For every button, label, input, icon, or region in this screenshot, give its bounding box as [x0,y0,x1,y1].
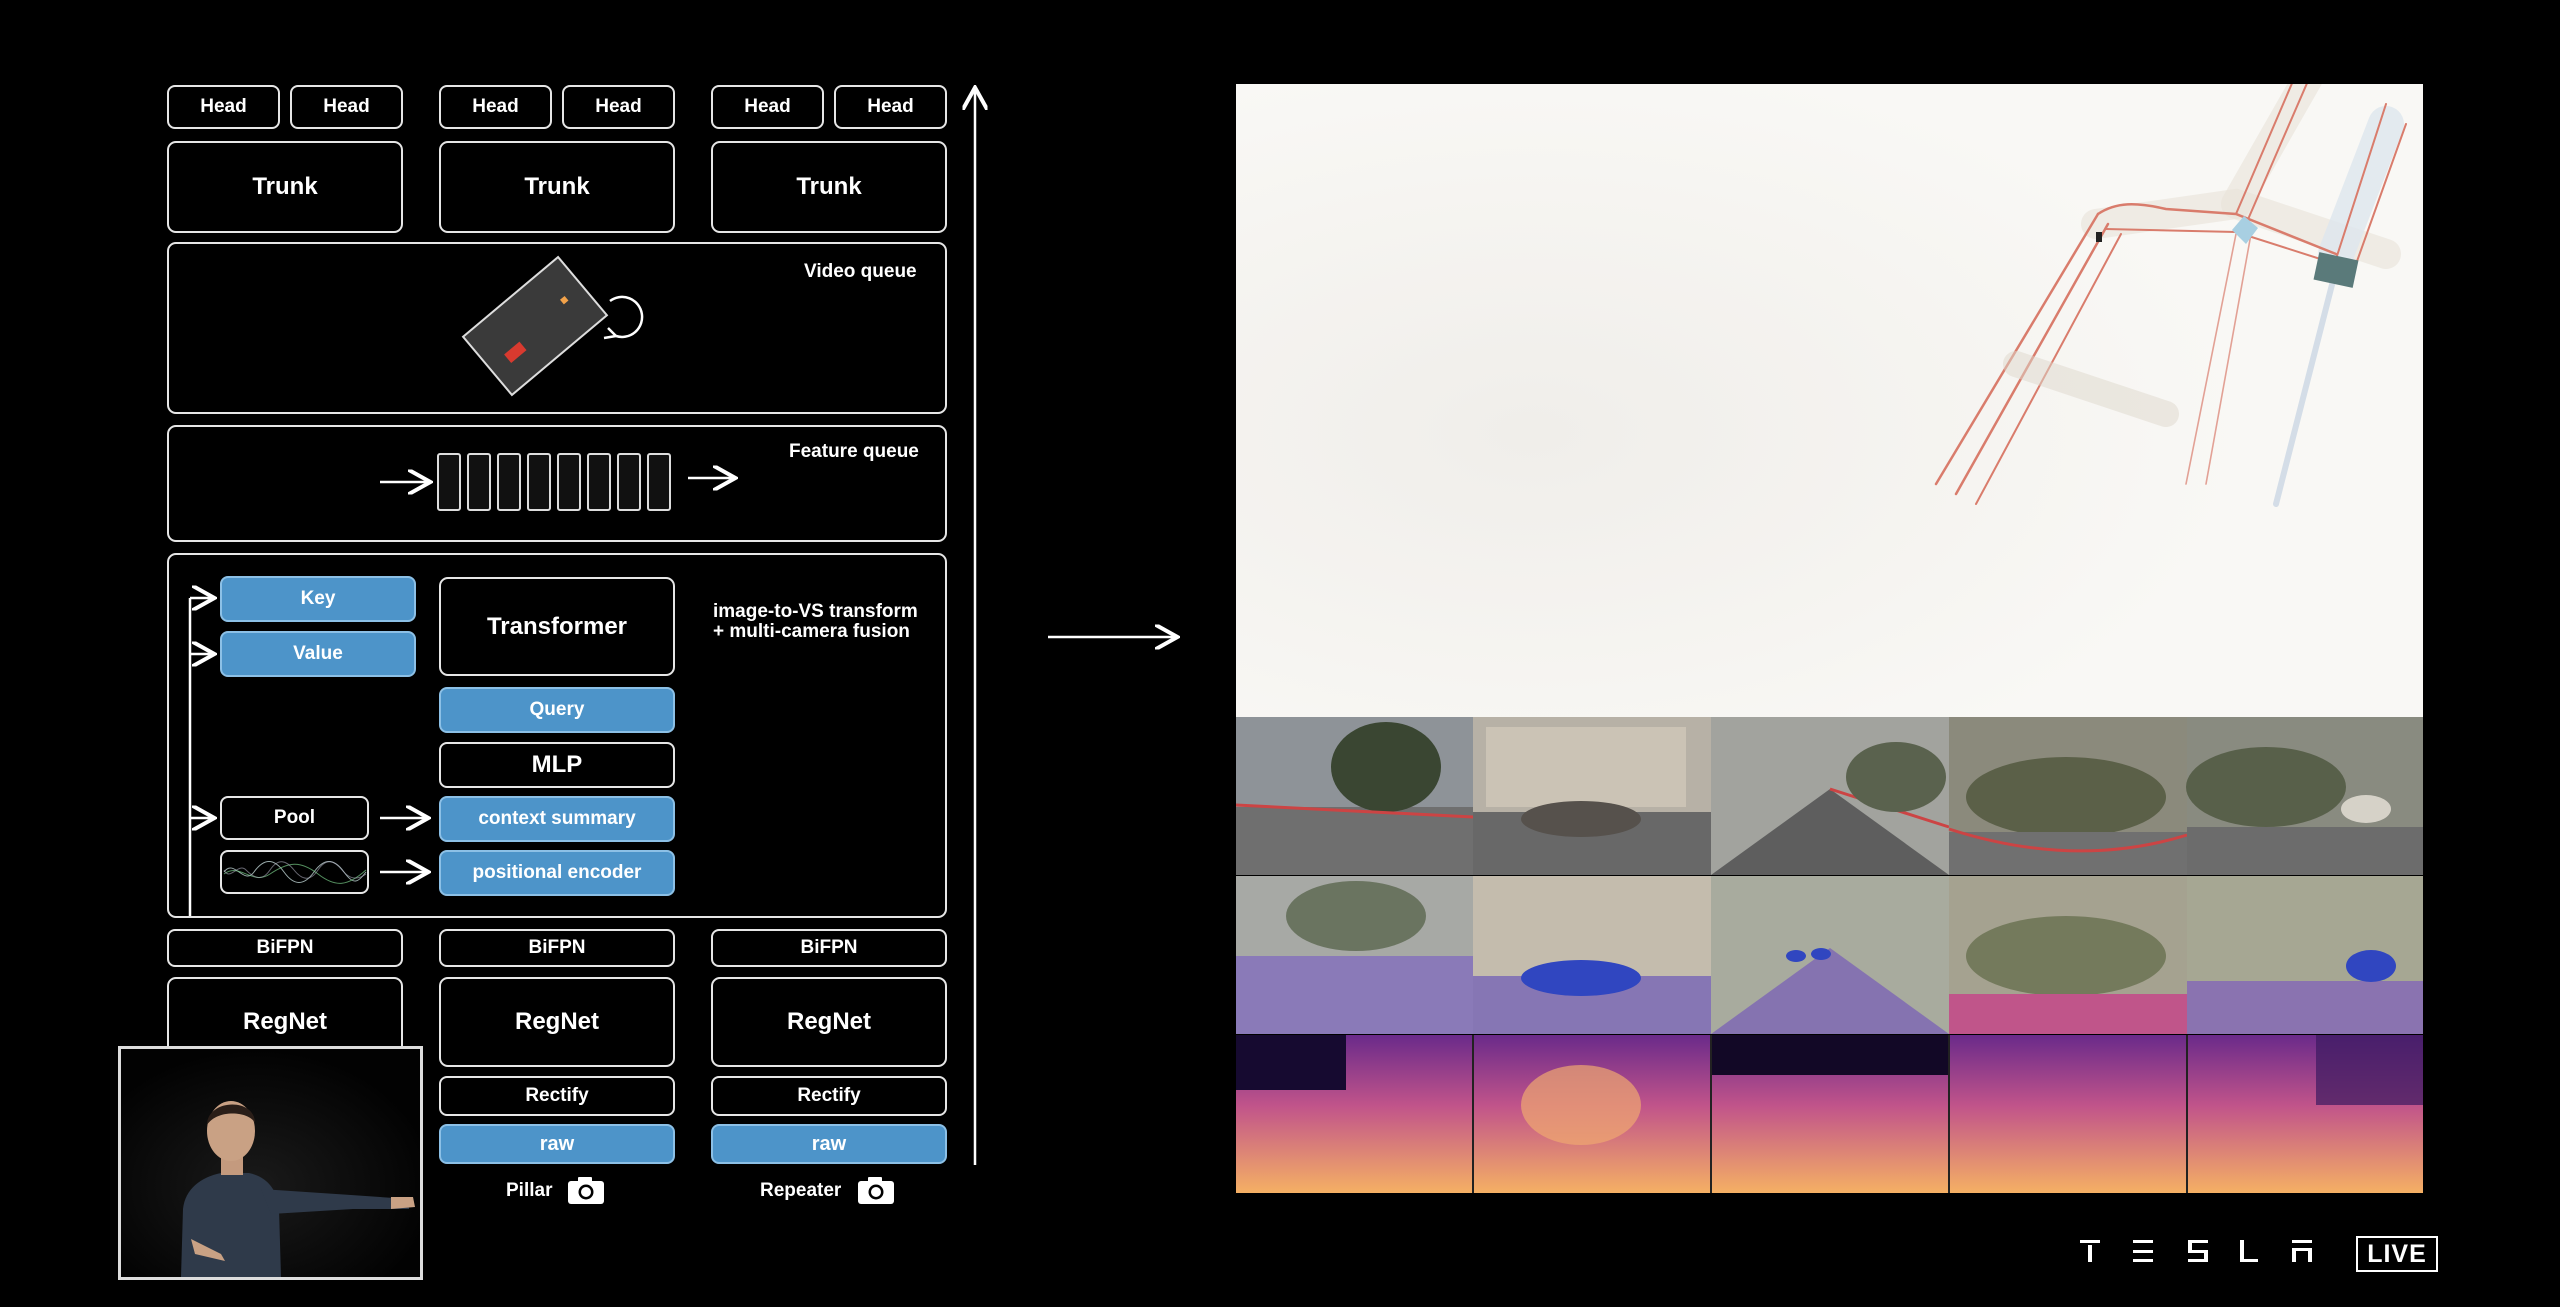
trunk-box: Trunk [439,141,675,233]
rectify-box: Rectify [711,1076,947,1116]
presenter-figure [121,1049,420,1277]
rectify-box: Rectify [439,1076,675,1116]
feature-queue-slots [437,453,671,511]
regnet-box: RegNet [711,977,947,1067]
trunk-box: Trunk [167,141,403,233]
pool-box: Pool [220,796,369,840]
positional-encoder-box: positional encoder [439,850,675,896]
camera-row-raw [1236,717,2423,875]
raw-box: raw [439,1124,675,1164]
value-box: Value [220,631,416,677]
head-box: Head [711,85,824,129]
camera-row-depth [1236,1035,2423,1193]
mlp-box: MLP [439,742,675,788]
trunk-box: Trunk [711,141,947,233]
video-queue-label: Video queue [804,261,917,282]
depth-camera-views [1236,1035,2423,1193]
head-box: Head [439,85,552,129]
transform-description-line1: image-to-VS transform [713,601,918,622]
camera-row-segmentation [1236,876,2423,1034]
bifpn-box: BiFPN [167,929,403,967]
camera-icon [858,1177,894,1204]
tesla-logo-a [2292,1240,2312,1262]
head-box: Head [167,85,280,129]
live-badge: LIVE [2356,1236,2438,1272]
presenter-video-inset [118,1046,423,1280]
vehicle-rotation-icon [461,255,644,397]
head-box: Head [290,85,403,129]
camera-label-repeater: Repeater [760,1180,842,1201]
sinusoid-icon [223,861,367,884]
raw-camera-views [1236,717,2423,875]
raw-box: raw [711,1124,947,1164]
key-box: Key [220,576,416,622]
bifpn-box: BiFPN [711,929,947,967]
vector-space-output-panel [1236,84,2423,717]
transformer-box: Transformer [439,577,675,676]
bifpn-box: BiFPN [439,929,675,967]
camera-label-pillar: Pillar [506,1180,553,1201]
wave-signal-box [220,850,369,894]
feature-queue-label: Feature queue [789,441,919,462]
tesla-logo [2080,1240,2258,1262]
camera-icon [568,1177,604,1204]
head-box: Head [562,85,675,129]
query-box: Query [439,687,675,733]
regnet-box: RegNet [439,977,675,1067]
lane-prediction-render [1236,84,2423,717]
context-summary-box: context summary [439,796,675,842]
head-box: Head [834,85,947,129]
transform-description-line2: + multi-camera fusion [713,621,910,642]
segmentation-camera-views [1236,876,2423,1034]
